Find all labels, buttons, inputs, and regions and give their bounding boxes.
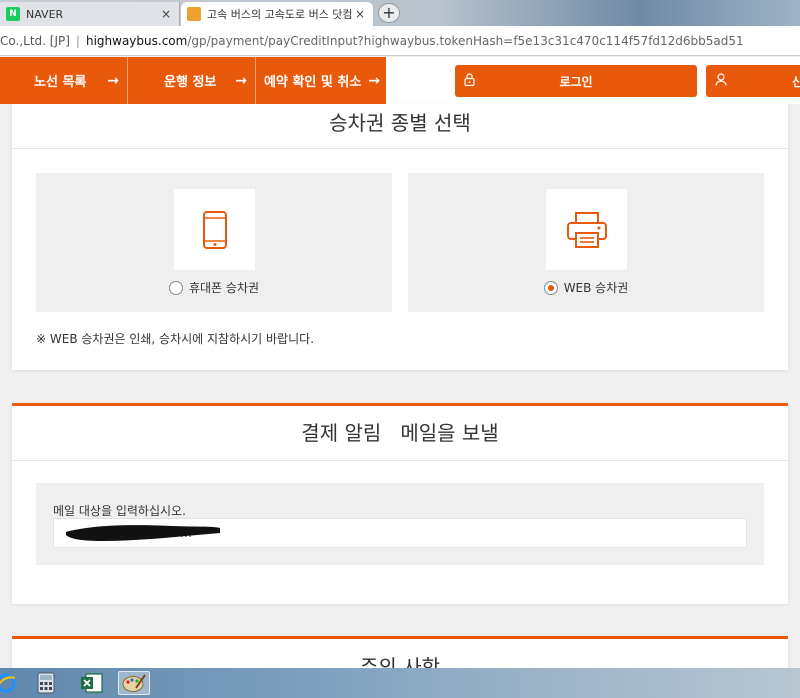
main-nav: 노선 목록 → 운행 정보 → 예약 확인 및 취소 → xyxy=(0,57,386,104)
nav-reservation-check[interactable]: 예약 확인 및 취소 → xyxy=(256,57,386,104)
url-host: highwaybus.com xyxy=(85,33,188,48)
arrow-right-icon: → xyxy=(235,72,247,89)
close-icon[interactable]: × xyxy=(159,7,173,21)
redaction-scribble xyxy=(66,525,220,541)
option-web-ticket[interactable]: WEB 승차권 xyxy=(408,173,764,312)
option-label: 휴대폰 승차권 xyxy=(188,281,260,295)
arrow-right-icon: → xyxy=(368,72,380,89)
nav-label: 예약 확인 및 취소 xyxy=(264,75,362,90)
arrow-right-icon: → xyxy=(107,72,119,89)
browser-tab-strip: N NAVER × 고속 버스의 고속도로 버스 닷컴 × + xyxy=(0,0,800,26)
user-icon xyxy=(715,73,727,89)
tab-highwaybus[interactable]: 고속 버스의 고속도로 버스 닷컴 × xyxy=(181,2,373,26)
lock-icon xyxy=(464,73,475,89)
mail-field-label: 메일 대상을 입력하십시오. xyxy=(53,504,186,518)
signup-button[interactable]: 신 xyxy=(706,65,800,97)
tab-title: NAVER xyxy=(26,7,64,21)
option-mobile-ticket[interactable]: 휴대폰 승차권 xyxy=(36,173,392,312)
radio-mobile-ticket[interactable] xyxy=(168,280,183,295)
calculator-icon[interactable] xyxy=(30,671,62,695)
option-label: WEB 승차권 xyxy=(563,281,629,295)
new-tab-button[interactable]: + xyxy=(378,3,400,23)
signup-label: 신 xyxy=(792,75,800,89)
address-bar[interactable]: Co.,Ltd. [JP] | highwaybus.com /gp/payme… xyxy=(0,26,800,56)
url-path: /gp/payment/payCreditInput?highwaybus.to… xyxy=(187,33,744,48)
mobile-ticket-choice[interactable]: 휴대폰 승차권 xyxy=(36,279,392,296)
naver-icon: N xyxy=(6,7,20,21)
nav-operation-info[interactable]: 운행 정보 → xyxy=(128,57,256,104)
bus-favicon-icon xyxy=(187,7,201,21)
section-title: 승차권 종별 선택 xyxy=(12,104,788,149)
radio-web-ticket[interactable] xyxy=(543,280,558,295)
ie-icon[interactable] xyxy=(0,671,22,695)
address-separator: | xyxy=(75,33,80,48)
payment-mail-section: 결제 알림 메일을 보낼 메일 대상을 입력하십시오. xyxy=(12,403,788,604)
close-icon[interactable]: × xyxy=(353,7,367,21)
nav-route-list[interactable]: 노선 목록 → xyxy=(0,57,128,104)
tab-naver[interactable]: N NAVER × xyxy=(0,2,180,26)
tab-title: 고속 버스의 고속도로 버스 닷컴 xyxy=(207,8,353,21)
paint-icon[interactable] xyxy=(118,671,150,695)
web-ticket-note: ※ WEB 승차권은 인쇄, 승차시에 지참하시기 바랍니다. xyxy=(36,332,315,346)
printer-icon xyxy=(546,189,627,270)
nav-label: 노선 목록 xyxy=(34,75,87,90)
login-button[interactable]: 로그인 xyxy=(455,65,697,97)
taskbar xyxy=(0,668,800,698)
excel-icon[interactable] xyxy=(76,671,108,695)
nav-label: 운행 정보 xyxy=(164,75,217,90)
site-header: 노선 목록 → 운행 정보 → 예약 확인 및 취소 → 로그인 신 xyxy=(0,57,800,104)
section-title: 결제 알림 메일을 보낼 xyxy=(12,406,788,461)
web-ticket-choice[interactable]: WEB 승차권 xyxy=(408,279,764,296)
smartphone-icon xyxy=(174,189,255,270)
ticket-type-section: 승차권 종별 선택 휴대폰 승차권 WEB 승차권 ※ WEB 승차권은 인쇄,… xyxy=(12,104,788,370)
login-label: 로그인 xyxy=(559,74,593,89)
certificate-label[interactable]: Co.,Ltd. [JP] xyxy=(0,34,70,48)
